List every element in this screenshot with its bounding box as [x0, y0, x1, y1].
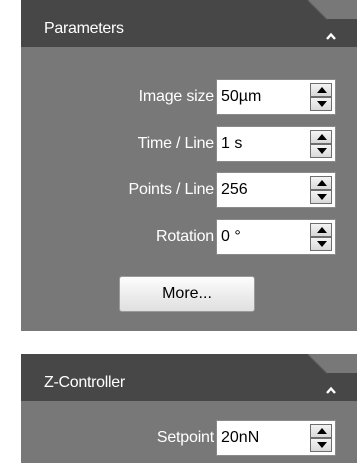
rotation-input[interactable]	[217, 220, 301, 254]
arrow-down-icon	[317, 101, 327, 107]
points-per-line-decrement-button[interactable]	[310, 190, 332, 204]
more-button[interactable]: More...	[119, 276, 255, 312]
image-size-row: Image size	[21, 79, 357, 115]
rotation-spinbox[interactable]	[216, 219, 336, 255]
points-per-line-input[interactable]	[217, 173, 301, 207]
z-controller-panel-header[interactable]: Z-Controller	[21, 354, 357, 401]
time-per-line-row: Time / Line	[21, 126, 357, 162]
rotation-spin-buttons	[310, 223, 332, 251]
arrow-down-icon	[317, 442, 327, 448]
setpoint-label: Setpoint	[156, 429, 214, 446]
image-size-increment-button[interactable]	[310, 83, 332, 97]
arrow-up-icon	[317, 134, 327, 140]
parameters-panel-title: Parameters	[44, 20, 124, 37]
points-per-line-row: Points / Line	[21, 172, 357, 208]
arrow-down-icon	[317, 148, 327, 154]
image-size-input[interactable]	[217, 80, 301, 114]
collapse-parameters-button[interactable]	[322, 29, 340, 43]
image-size-spin-buttons	[310, 83, 332, 111]
setpoint-spinbox[interactable]	[216, 420, 336, 456]
points-per-line-spin-buttons	[310, 176, 332, 204]
time-per-line-spinbox[interactable]	[216, 126, 336, 162]
z-controller-panel: Z-Controller Setpoint	[21, 354, 357, 463]
points-per-line-spinbox[interactable]	[216, 172, 336, 208]
parameters-sidebar: Parameters Image size 50µm Time / Line 1…	[0, 0, 357, 463]
image-size-spinbox[interactable]	[216, 79, 336, 115]
arrow-up-icon	[317, 87, 327, 93]
setpoint-input[interactable]	[217, 421, 301, 455]
time-per-line-spin-buttons	[310, 130, 332, 158]
z-controller-panel-title: Z-Controller	[44, 374, 125, 391]
parameters-panel-header[interactable]: Parameters	[21, 0, 357, 47]
rotation-row: Rotation	[21, 219, 357, 255]
arrow-down-icon	[317, 194, 327, 200]
time-per-line-input[interactable]	[217, 127, 301, 161]
rotation-decrement-button[interactable]	[310, 237, 332, 251]
time-per-line-label: Time / Line	[137, 135, 215, 152]
collapse-z-controller-button[interactable]	[322, 383, 340, 397]
image-size-decrement-button[interactable]	[310, 97, 332, 111]
image-size-label: Image size	[138, 88, 215, 105]
points-per-line-increment-button[interactable]	[310, 176, 332, 190]
setpoint-increment-button[interactable]	[310, 424, 332, 438]
arrow-up-icon	[317, 428, 327, 434]
points-per-line-label: Points / Line	[128, 181, 215, 198]
time-per-line-decrement-button[interactable]	[310, 144, 332, 158]
setpoint-spin-buttons	[310, 424, 332, 452]
chevron-up-icon	[326, 32, 336, 40]
arrow-up-icon	[317, 227, 327, 233]
setpoint-row: Setpoint	[21, 420, 357, 456]
arrow-down-icon	[317, 241, 327, 247]
time-per-line-increment-button[interactable]	[310, 130, 332, 144]
chevron-up-icon	[326, 386, 336, 394]
setpoint-decrement-button[interactable]	[310, 438, 332, 452]
arrow-up-icon	[317, 180, 327, 186]
rotation-increment-button[interactable]	[310, 223, 332, 237]
parameters-panel: Parameters Image size 50µm Time / Line 1…	[21, 0, 357, 331]
rotation-label: Rotation	[156, 228, 214, 245]
